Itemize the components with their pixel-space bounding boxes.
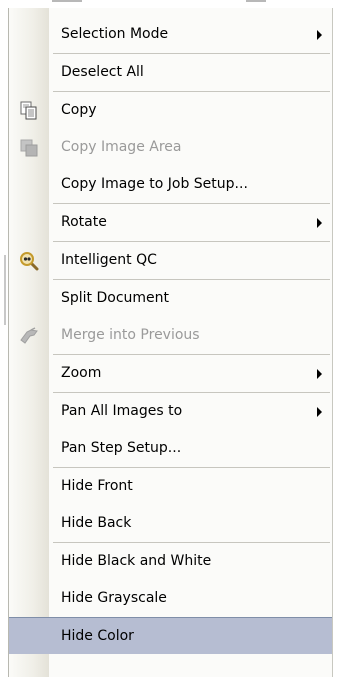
menu-item-label: Intelligent QC [61,252,157,268]
menu-item-pan-step-setup[interactable]: Pan Step Setup... [9,430,332,467]
merge-icon [20,327,38,344]
menu-item-label: Merge into Previous [61,327,200,343]
menu-item-copy-image-to-job-setup[interactable]: Copy Image to Job Setup... [9,166,332,203]
background-app-strip [0,0,338,8]
menu-item-label: Deselect All [61,64,144,80]
menu-item-rotate[interactable]: Rotate [9,204,332,241]
menu-item-merge-into-previous[interactable]: Merge into Previous [9,317,332,354]
menu-item-label: Pan All Images to [61,403,183,419]
menu-item-label: Rotate [61,214,107,230]
menu-item-selection-mode[interactable]: Selection Mode [9,16,332,53]
menu-item-zoom[interactable]: Zoom [9,355,332,392]
menu-item-label: Hide Back [61,515,132,531]
background-fragment [246,0,266,2]
menu-item-label: Copy Image Area [61,139,182,155]
submenu-arrow-icon [317,218,322,228]
menu-item-deselect-all[interactable]: Deselect All [9,54,332,91]
menu-item-hide-grayscale[interactable]: Hide Grayscale [9,580,332,617]
menu-item-label: Copy Image to Job Setup... [61,176,248,192]
submenu-arrow-icon [317,407,322,417]
menu-item-label: Split Document [61,290,170,306]
menu-item-label: Zoom [61,365,102,381]
magnifier-icon [20,252,39,271]
menu-item-pan-all-images-to[interactable]: Pan All Images to [9,393,332,430]
copy-image-area-icon [20,139,38,157]
menu-item-copy[interactable]: Copy [9,92,332,129]
copy-icon [20,101,37,120]
menu-item-split-document[interactable]: Split Document [9,280,332,317]
menu-item-label: Hide Grayscale [61,590,167,606]
menu-item-label: Hide Color [61,628,134,644]
menu-item-hide-back[interactable]: Hide Back [9,505,332,542]
menu-item-hide-black-and-white[interactable]: Hide Black and White [9,543,332,580]
menu-item-intelligent-qc[interactable]: Intelligent QC [9,242,332,279]
menu-item-label: Hide Front [61,478,133,494]
menu-item-label: Hide Black and White [61,553,212,569]
menu-item-label: Selection Mode [61,26,169,42]
submenu-arrow-icon [317,30,322,40]
menu-item-label: Pan Step Setup... [61,440,182,456]
context-menu: Selection Mode Deselect All Copy Copy Im… [8,8,333,677]
menu-item-copy-image-area[interactable]: Copy Image Area [9,129,332,166]
background-fragment [52,0,82,2]
menu-item-hide-color[interactable]: Hide Color [9,617,332,654]
menu-item-hide-front[interactable]: Hide Front [9,468,332,505]
submenu-arrow-icon [317,369,322,379]
menu-item-label: Copy [61,102,97,118]
background-edge [4,255,6,325]
